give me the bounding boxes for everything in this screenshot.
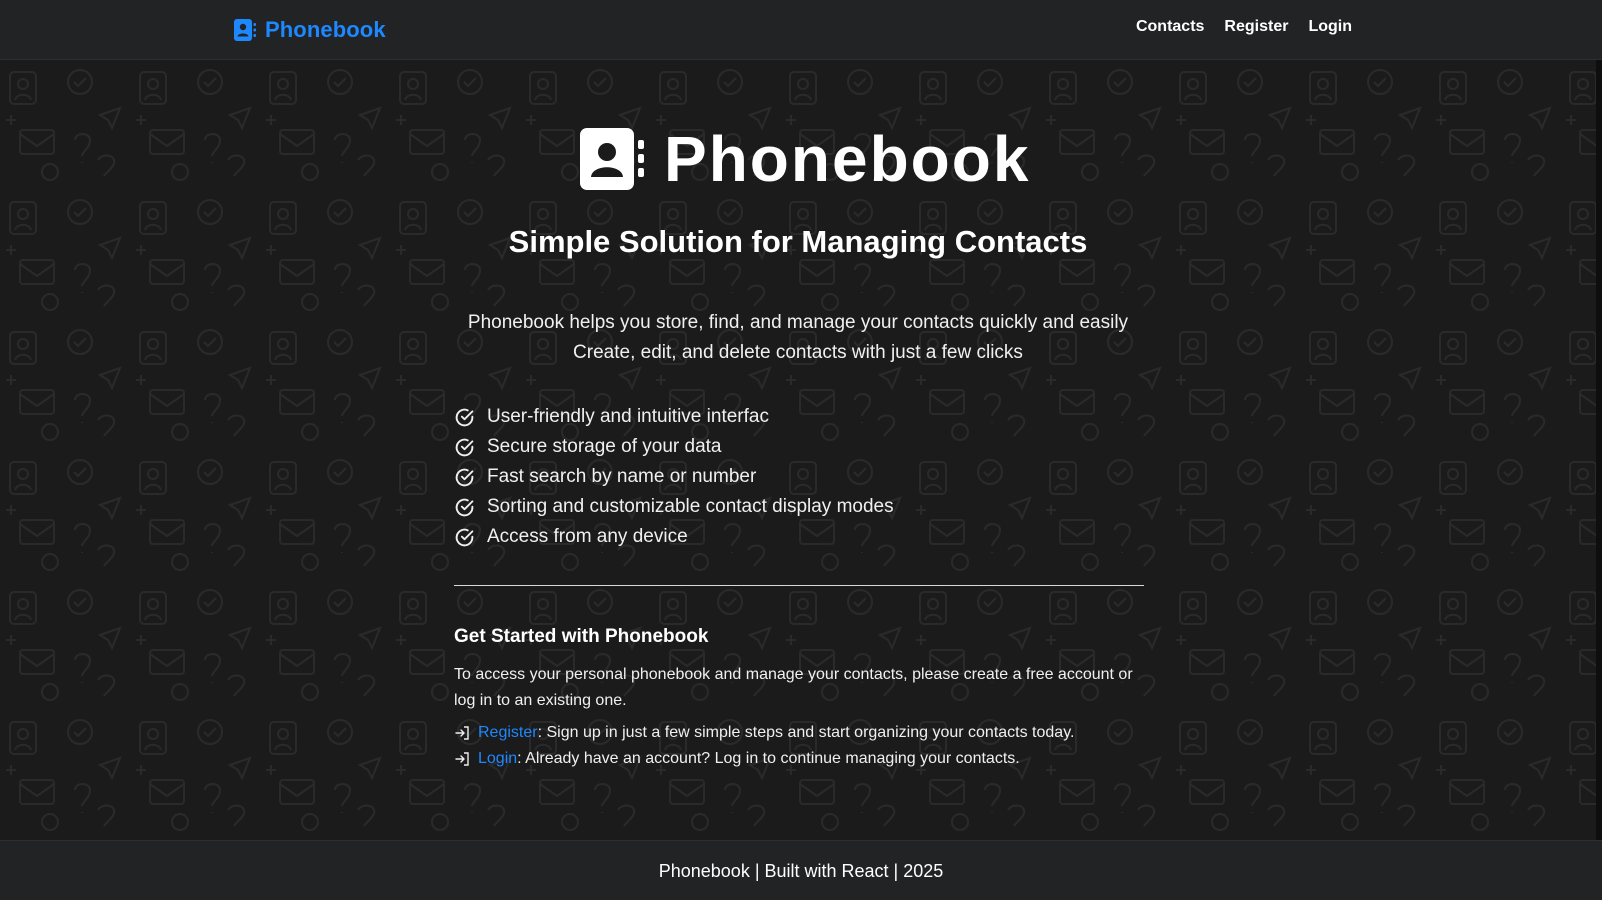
feature-item: Secure storage of your data: [454, 432, 894, 462]
hero-tagline: Simple Solution for Managing Contacts: [508, 224, 1088, 259]
feature-text: User-friendly and intuitive interfac: [487, 406, 769, 427]
register-link[interactable]: Register: [478, 724, 538, 742]
feature-text: Sorting and customizable contact display…: [487, 496, 894, 517]
check-circle-icon: [455, 468, 474, 486]
footer-text: Phonebook | Built with React | 2025: [658, 861, 944, 881]
feature-item: Fast search by name or number: [454, 462, 894, 492]
get-started-title: Get Started with Phonebook: [454, 626, 709, 647]
contact-book-icon: [580, 128, 644, 190]
brand-name: Phonebook: [265, 17, 386, 42]
hero-title: Phonebook: [664, 123, 1031, 195]
main-nav: Contacts Register Login: [1136, 18, 1352, 36]
login-link[interactable]: Login: [478, 750, 517, 768]
page-footer: Phonebook | Built with React | 2025: [0, 840, 1602, 900]
check-circle-icon: [455, 528, 474, 546]
nav-contacts-link[interactable]: Contacts: [1136, 18, 1204, 36]
main-content: Phonebook Simple Solution for Managing C…: [0, 60, 1602, 840]
nav-register-link[interactable]: Register: [1224, 18, 1288, 36]
register-line: Register : Sign up in just a few simple …: [454, 720, 1074, 746]
features-list: User-friendly and intuitive interfac Sec…: [454, 402, 894, 552]
check-circle-icon: [455, 498, 474, 516]
login-line: Login : Already have an account? Log in …: [454, 746, 1074, 772]
check-circle-icon: [455, 408, 474, 426]
register-description: : Sign up in just a few simple steps and…: [537, 724, 1075, 741]
top-navbar: Phonebook Contacts Register Login: [0, 0, 1602, 60]
hero-description: Phonebook helps you store, find, and man…: [0, 308, 1596, 368]
description-line: Create, edit, and delete contacts with j…: [573, 342, 1023, 363]
login-description: : Already have an account? Log in to con…: [517, 750, 1020, 767]
description-line: Phonebook helps you store, find, and man…: [467, 312, 1129, 333]
contact-book-icon: [234, 19, 256, 41]
feature-item: Sorting and customizable contact display…: [454, 492, 894, 522]
sign-in-arrow-icon: [455, 726, 469, 740]
sign-in-arrow-icon: [455, 752, 469, 766]
feature-text: Fast search by name or number: [487, 466, 757, 487]
brand-link[interactable]: Phonebook: [234, 14, 386, 46]
get-started-links: Register : Sign up in just a few simple …: [454, 720, 1074, 772]
nav-login-link[interactable]: Login: [1308, 18, 1352, 36]
get-started-text: To access your personal phonebook and ma…: [454, 666, 1133, 709]
check-circle-icon: [455, 438, 474, 456]
page-scrollbar[interactable]: [1596, 60, 1602, 840]
section-divider: [454, 585, 1144, 586]
feature-text: Access from any device: [487, 526, 688, 547]
feature-text: Secure storage of your data: [487, 436, 722, 457]
hero-logo: Phonebook: [580, 123, 1030, 195]
feature-item: Access from any device: [454, 522, 894, 552]
feature-item: User-friendly and intuitive interfac: [454, 402, 894, 432]
